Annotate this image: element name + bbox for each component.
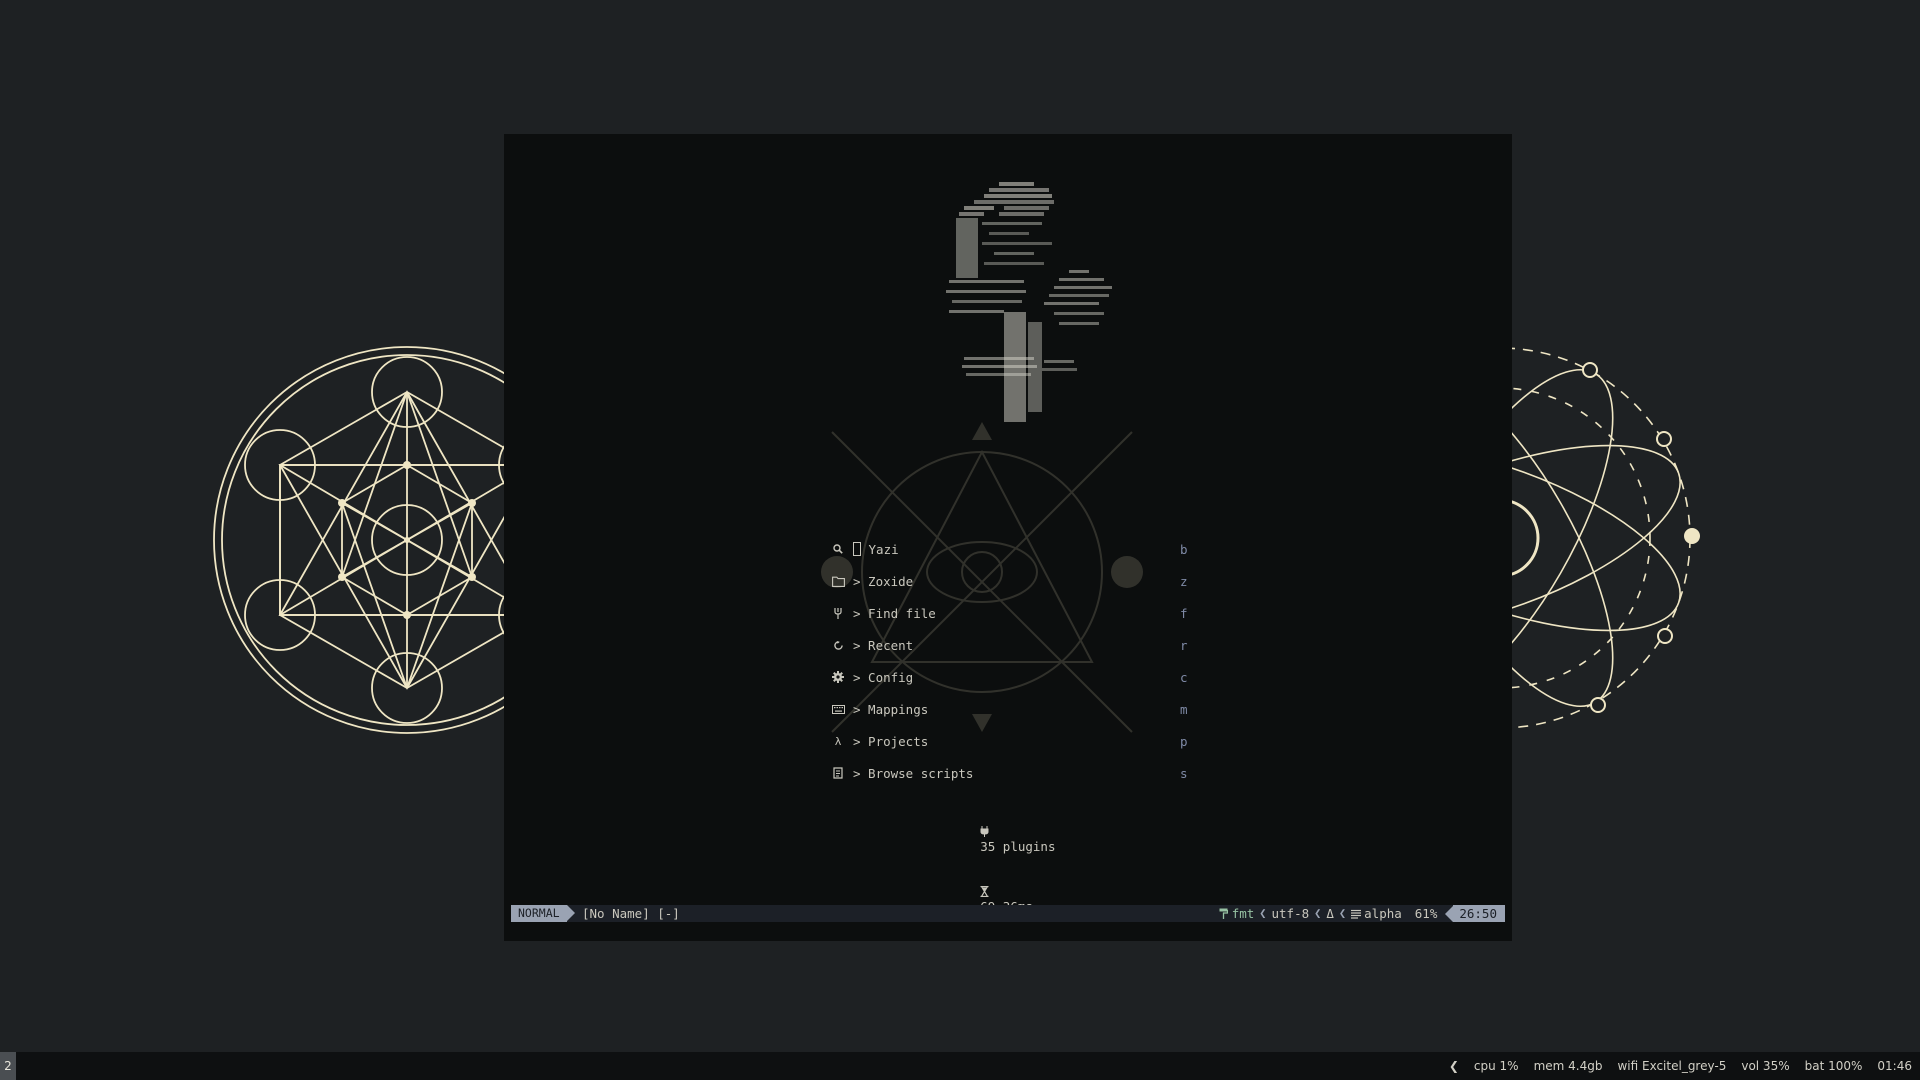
menu-item-label: > Zoxide xyxy=(853,573,914,589)
history-icon xyxy=(831,638,845,652)
paint-roller-icon xyxy=(1219,908,1228,919)
keyboard-icon xyxy=(831,702,845,716)
formatter-text: fmt xyxy=(1231,906,1255,921)
dashboard-header-art xyxy=(946,182,1112,422)
workspace-indicator[interactable]: 2 xyxy=(0,1052,16,1080)
gear-icon xyxy=(831,670,845,684)
menu-item-label: > Find file xyxy=(853,605,936,621)
menu-item-key: c xyxy=(1180,669,1188,685)
terminal-window[interactable]: Yazi b > Zoxide z > Find file f > Recent… xyxy=(504,134,1512,941)
statusline: NORMAL [No Name] [-] fmt ❮ utf-8 ❮ Δ ❮ a… xyxy=(511,905,1505,922)
menu-item-key: f xyxy=(1180,605,1188,621)
menu-item-key: b xyxy=(1180,541,1188,557)
buffer-name: [No Name] [-] xyxy=(582,906,680,921)
menu-item-recent[interactable]: > Recent r xyxy=(831,629,1211,661)
clock: 01:46 xyxy=(1877,1059,1912,1073)
plugin-count-text: 35 plugins xyxy=(980,839,1056,854)
mode-separator xyxy=(567,905,575,921)
memory-usage: mem 4.4gb xyxy=(1533,1059,1603,1073)
status-bar: 2 ❮ cpu 1% mem 4.4gb wifi Excitel_grey-5… xyxy=(0,1052,1920,1080)
statusline-right: fmt ❮ utf-8 ❮ Δ ❮ alpha 61% 26:50 xyxy=(1214,905,1505,922)
menu-item-key: m xyxy=(1180,701,1188,717)
menu-item-label: > Projects xyxy=(853,733,929,749)
chevron-left-icon: ❮ xyxy=(1314,906,1322,920)
battery-level: bat 100% xyxy=(1804,1059,1863,1073)
chevron-left-icon[interactable]: ❮ xyxy=(1449,1059,1459,1073)
menu-item-label: > Config xyxy=(853,669,914,685)
menu-item-projects[interactable]: λ > Projects p xyxy=(831,725,1211,757)
fork-icon xyxy=(831,606,845,620)
position-separator xyxy=(1445,905,1454,922)
scroll-percent: 61% xyxy=(1414,906,1438,921)
menu-item-key: p xyxy=(1180,733,1188,749)
chevron-left-icon: ❮ xyxy=(1259,906,1267,920)
menu-item-mappings[interactable]: > Mappings m xyxy=(831,693,1211,725)
status-bar-right: ❮ cpu 1% mem 4.4gb wifi Excitel_grey-5 v… xyxy=(1449,1052,1912,1080)
formatter-indicator: fmt xyxy=(1214,905,1260,922)
menu-item-label: > Recent xyxy=(853,637,914,653)
search-icon xyxy=(831,542,845,556)
filetype-text: alpha xyxy=(1364,906,1402,921)
cursor-position: 26:50 xyxy=(1453,905,1505,922)
cursor-block-icon xyxy=(853,542,861,556)
menu-item-browse-scripts[interactable]: > Browse scripts s xyxy=(831,757,1211,789)
menu-item-key: z xyxy=(1180,573,1188,589)
plug-icon xyxy=(980,826,989,837)
menu-item-find-file[interactable]: > Find file f xyxy=(831,597,1211,629)
filetype-indicator: alpha xyxy=(1346,905,1407,922)
menu-item-yazi[interactable]: Yazi b xyxy=(831,533,1211,565)
encoding: utf-8 xyxy=(1271,906,1310,921)
dashboard-menu: Yazi b > Zoxide z > Find file f > Recent… xyxy=(831,533,1211,789)
menu-item-label: Yazi xyxy=(861,541,899,557)
hourglass-icon xyxy=(980,885,989,898)
mode-indicator: NORMAL xyxy=(511,905,567,922)
menu-item-key: s xyxy=(1180,765,1188,781)
menu-item-key: r xyxy=(1180,637,1188,653)
volume-level: vol 35% xyxy=(1741,1059,1790,1073)
folder-icon xyxy=(831,574,845,588)
lines-icon xyxy=(1351,909,1362,919)
chevron-left-icon: ❮ xyxy=(1338,906,1347,920)
menu-item-config[interactable]: > Config c xyxy=(831,661,1211,693)
menu-item-label: > Mappings xyxy=(853,701,929,717)
lambda-icon: λ xyxy=(834,734,842,748)
menu-item-zoxide[interactable]: > Zoxide z xyxy=(831,565,1211,597)
menu-item-label: > Browse scripts xyxy=(853,765,974,781)
plugin-count: 35 plugins xyxy=(920,824,1055,869)
scroll-icon xyxy=(831,766,845,780)
desktop: Yazi b > Zoxide z > Find file f > Recent… xyxy=(0,0,1920,1080)
wifi-status: wifi Excitel_grey-5 xyxy=(1617,1059,1727,1073)
cpu-usage: cpu 1% xyxy=(1473,1059,1519,1073)
fileformat-icon: Δ xyxy=(1326,906,1334,921)
